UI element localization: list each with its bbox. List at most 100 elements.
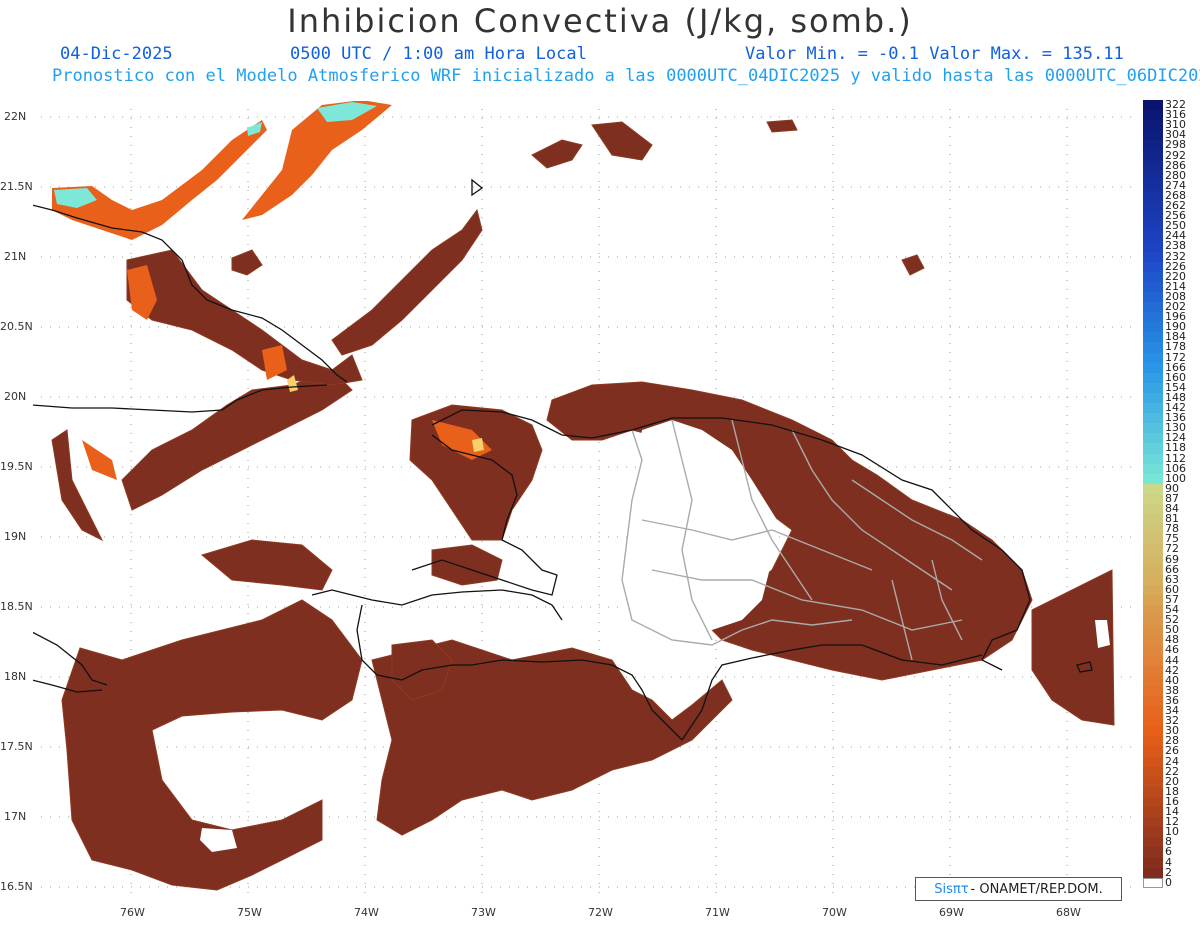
forecast-time: 0500 UTC / 1:00 am Hora Local xyxy=(290,44,587,64)
legend-swatch xyxy=(1143,382,1163,394)
forecast-date: 04-Dic-2025 xyxy=(60,44,173,64)
legend-swatch xyxy=(1143,413,1163,424)
legend-swatch xyxy=(1143,615,1163,626)
legend-swatch xyxy=(1143,706,1163,717)
legend-swatch xyxy=(1143,867,1163,879)
credit-brand: Sisπτ xyxy=(934,881,969,897)
legend-swatch xyxy=(1143,180,1163,192)
legend-swatch xyxy=(1143,302,1163,313)
legend-swatch xyxy=(1143,756,1163,768)
forecast-description: Pronostico con el Modelo Atmosferico WRF… xyxy=(52,66,1200,86)
legend-swatch xyxy=(1143,807,1163,818)
lon-label: 72W xyxy=(588,906,613,919)
lat-label: 18.5N xyxy=(0,600,33,613)
legend-swatch xyxy=(1143,655,1163,667)
legend-swatch xyxy=(1143,837,1163,848)
legend-swatch xyxy=(1143,473,1163,485)
legend-swatch xyxy=(1143,635,1163,646)
legend-swatch xyxy=(1143,786,1163,798)
lat-label: 22N xyxy=(4,110,27,123)
cin-map xyxy=(32,100,1138,897)
legend-swatch xyxy=(1143,493,1163,505)
legend-swatch xyxy=(1143,776,1163,788)
legend-swatch xyxy=(1143,796,1163,808)
legend-swatch xyxy=(1143,716,1163,727)
lat-label: 17.5N xyxy=(0,740,33,753)
legend-swatch xyxy=(1143,605,1163,616)
legend-swatch xyxy=(1143,746,1163,757)
legend-swatch xyxy=(1143,625,1163,636)
legend-swatch xyxy=(1143,544,1163,555)
legend-swatch xyxy=(1143,423,1163,434)
legend-label: 0 xyxy=(1165,875,1172,889)
legend-swatch xyxy=(1143,322,1163,333)
lon-label: 70W xyxy=(822,906,847,919)
legend-swatch xyxy=(1143,332,1163,343)
lon-label: 73W xyxy=(471,906,496,919)
legend-swatch xyxy=(1143,817,1163,828)
legend-swatch xyxy=(1143,130,1163,141)
legend-swatch xyxy=(1143,766,1163,778)
lon-label: 68W xyxy=(1056,906,1081,919)
legend-swatch xyxy=(1143,564,1163,576)
legend-swatch xyxy=(1143,584,1163,596)
lat-label: 20N xyxy=(4,390,27,403)
legend-swatch xyxy=(1143,362,1163,374)
lat-label: 18N xyxy=(4,670,27,683)
legend-swatch xyxy=(1143,827,1163,838)
lon-label: 76W xyxy=(120,906,145,919)
legend-swatch xyxy=(1143,110,1163,121)
legend-swatch xyxy=(1143,140,1163,151)
lat-label: 20.5N xyxy=(0,320,33,333)
lon-label: 74W xyxy=(354,906,379,919)
legend-swatch xyxy=(1143,120,1163,131)
min-max-values: Valor Min. = -0.1 Valor Max. = 135.11 xyxy=(745,44,1124,64)
lon-label: 69W xyxy=(939,906,964,919)
legend-swatch xyxy=(1143,726,1163,737)
legend-swatch xyxy=(1143,231,1163,242)
legend-swatch xyxy=(1143,392,1163,404)
legend-swatch xyxy=(1143,342,1163,353)
lon-label: 75W xyxy=(237,906,262,919)
legend-swatch xyxy=(1143,251,1163,263)
lat-label: 21.5N xyxy=(0,180,33,193)
legend-swatch xyxy=(1143,685,1163,697)
lon-label: 71W xyxy=(705,906,730,919)
legend-swatch xyxy=(1143,534,1163,545)
legend-swatch xyxy=(1143,574,1163,586)
legend-swatch xyxy=(1143,554,1163,566)
legend-swatch xyxy=(1143,150,1163,162)
map-title: Inhibicion Convectiva (J/kg, somb.) xyxy=(287,2,913,40)
legend-swatch xyxy=(1143,211,1163,222)
legend-swatch xyxy=(1143,201,1163,212)
legend-swatch xyxy=(1143,514,1163,525)
legend-swatch xyxy=(1143,483,1163,495)
legend-swatch xyxy=(1143,271,1163,283)
legend-swatch xyxy=(1143,463,1163,475)
credit-text: - ONAMET/REP.DOM. xyxy=(970,881,1103,897)
legend-swatch xyxy=(1143,261,1163,273)
legend-swatch xyxy=(1143,100,1163,111)
lat-label: 17N xyxy=(4,810,27,823)
legend-swatch xyxy=(1143,453,1163,465)
lat-label: 16.5N xyxy=(0,880,33,893)
legend-swatch xyxy=(1143,403,1163,414)
legend-swatch xyxy=(1143,524,1163,535)
legend-swatch xyxy=(1143,675,1163,687)
legend-swatch xyxy=(1143,645,1163,656)
legend-swatch xyxy=(1143,372,1163,384)
legend-swatch xyxy=(1143,695,1163,707)
legend-swatch xyxy=(1143,312,1163,323)
legend-swatch xyxy=(1143,221,1163,232)
lat-label: 19N xyxy=(4,530,27,543)
lat-label: 19.5N xyxy=(0,460,33,473)
credit-box: Sisπτ - ONAMET/REP.DOM. xyxy=(915,877,1122,901)
legend-swatch xyxy=(1143,170,1163,182)
legend-swatch xyxy=(1143,190,1163,202)
legend-swatch xyxy=(1143,443,1163,454)
legend-swatch xyxy=(1143,241,1163,252)
legend-swatch xyxy=(1143,594,1163,606)
legend-swatch xyxy=(1143,847,1163,858)
legend-swatch xyxy=(1143,665,1163,677)
legend-swatch xyxy=(1143,291,1163,303)
